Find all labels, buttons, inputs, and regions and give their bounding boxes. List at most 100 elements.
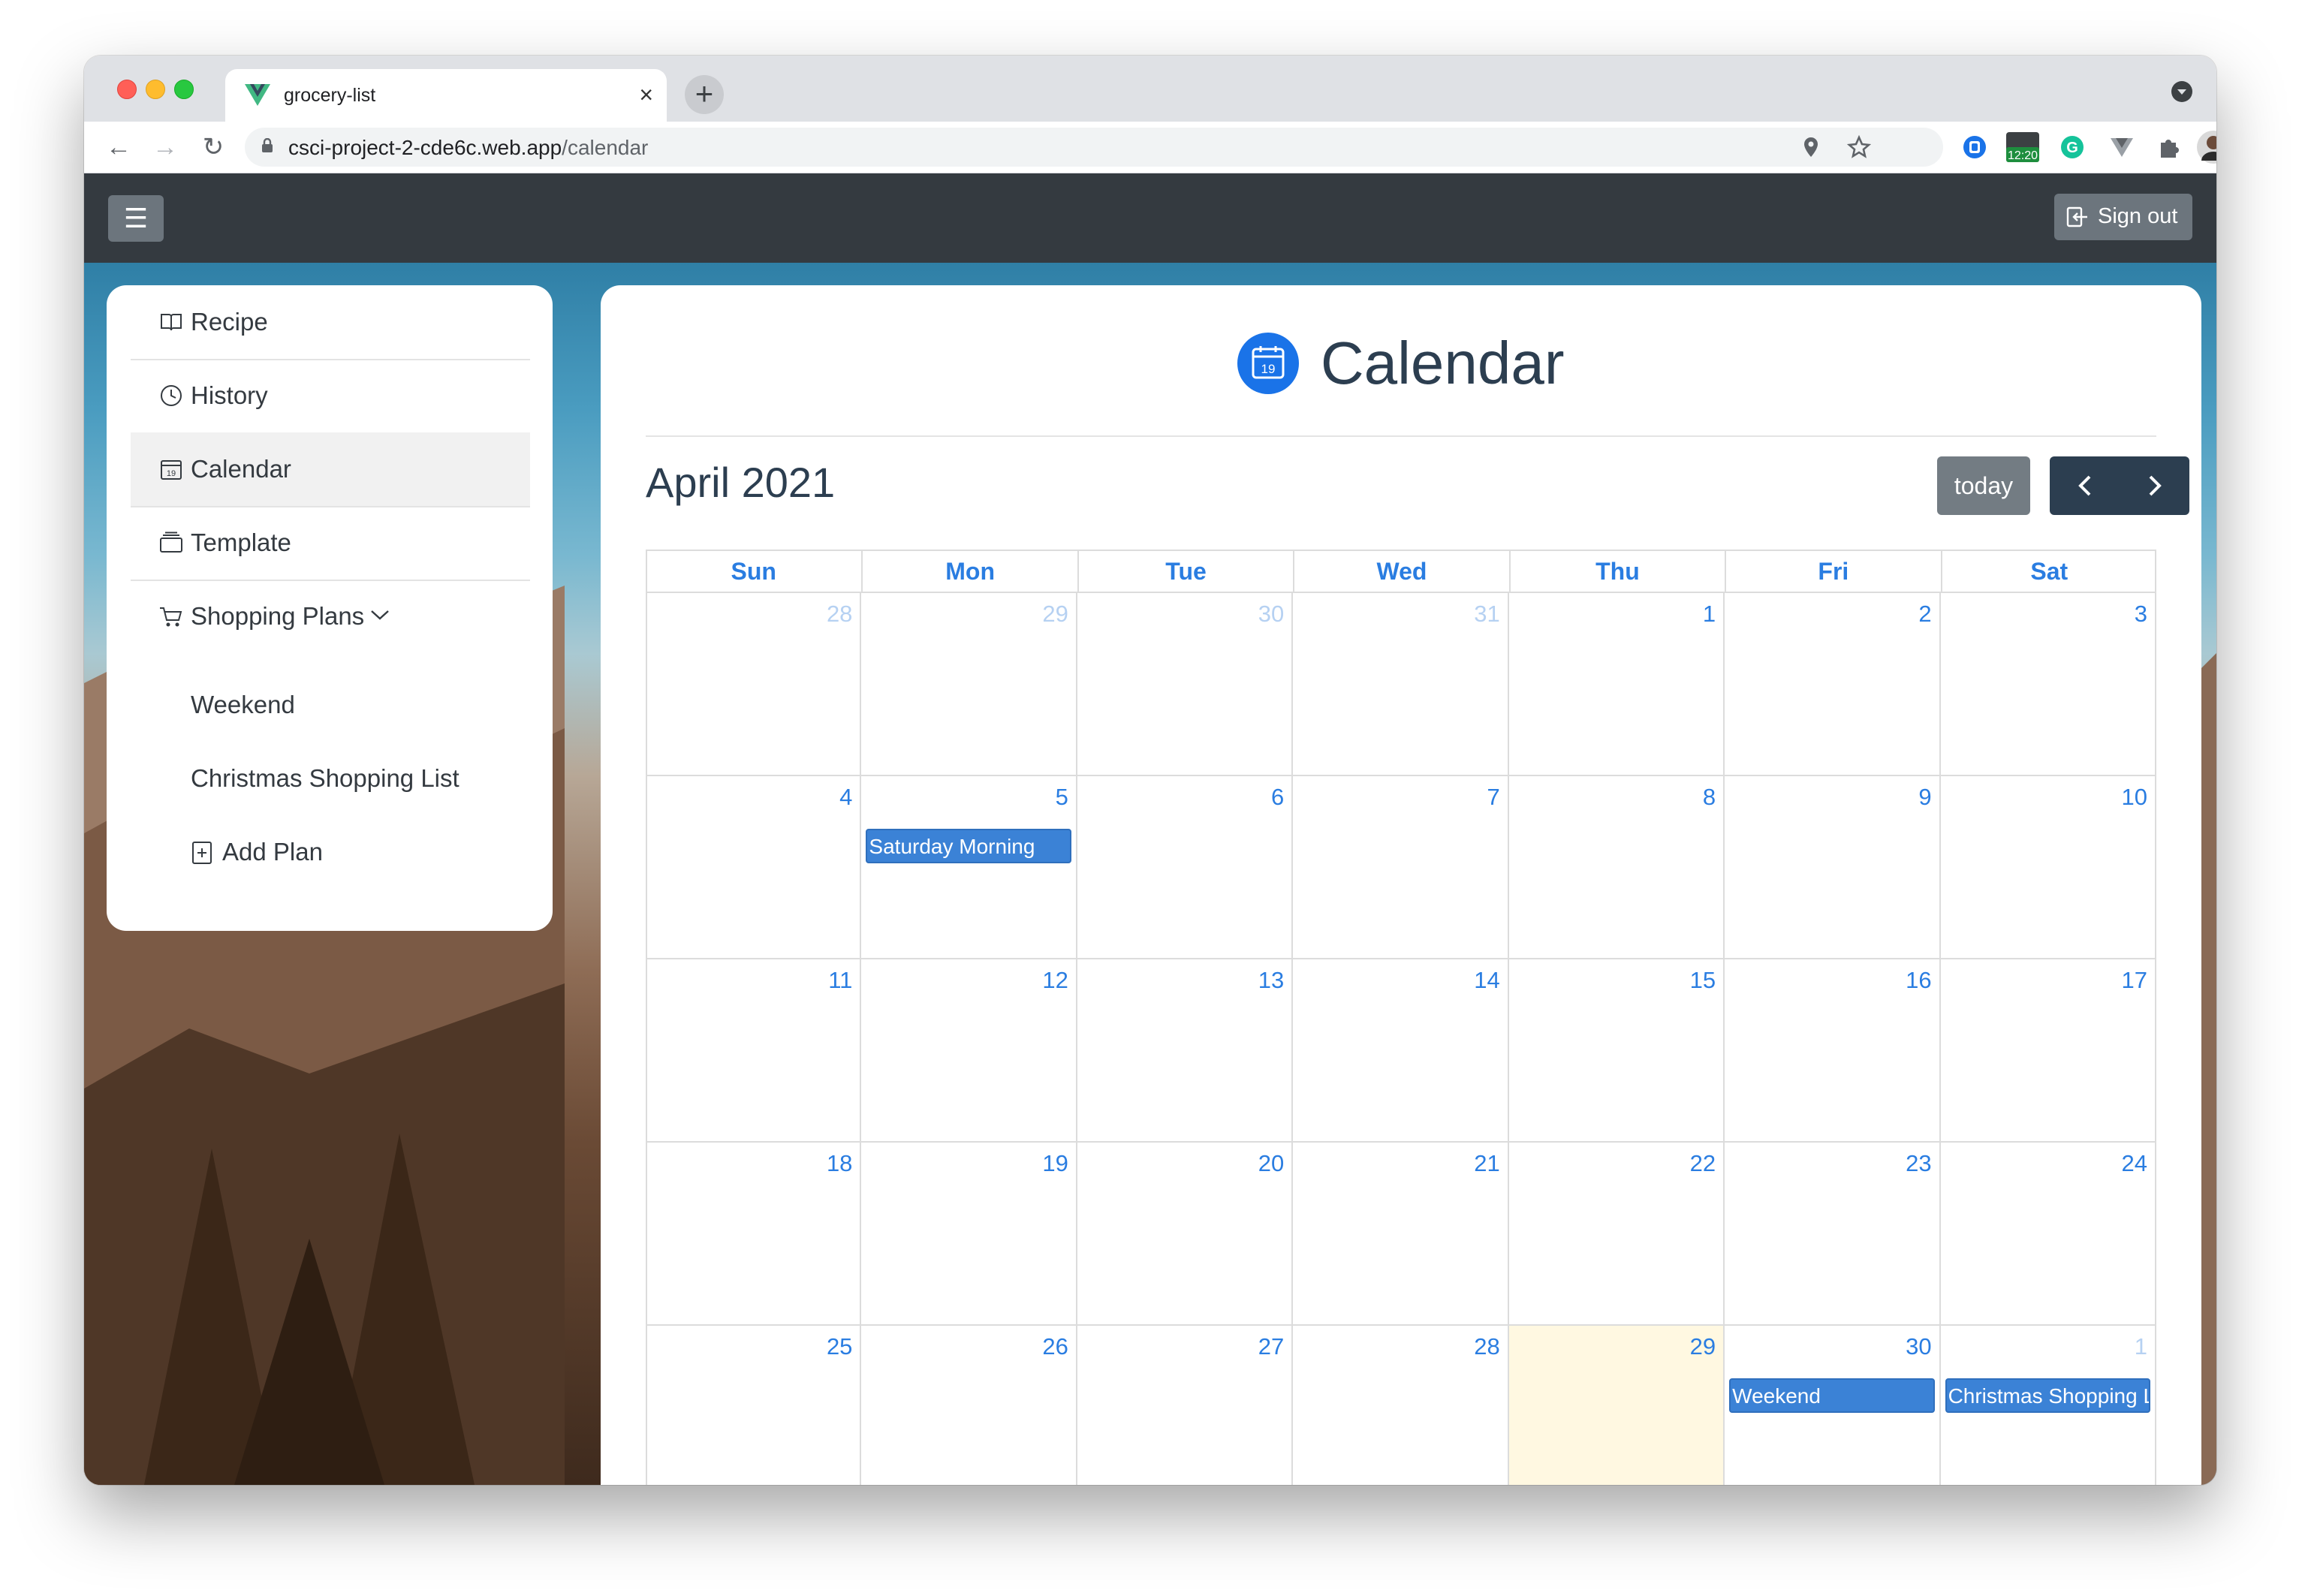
day-cell[interactable]: 21 xyxy=(1293,1143,1509,1326)
forward-icon[interactable]: → xyxy=(147,129,183,165)
location-icon[interactable] xyxy=(1797,134,1824,161)
sidebar-item-shopping-plans[interactable]: Shopping Plans xyxy=(131,580,530,653)
grammarly-icon[interactable]: G xyxy=(2059,134,2086,161)
today-button[interactable]: today xyxy=(1937,456,2030,515)
day-number[interactable]: 26 xyxy=(1042,1333,1068,1360)
day-number[interactable]: 13 xyxy=(1258,967,1284,994)
close-tab-icon[interactable]: × xyxy=(639,80,653,110)
plan-item-christmas[interactable]: Christmas Shopping List xyxy=(191,764,459,793)
day-cell[interactable]: 23 xyxy=(1725,1143,1941,1326)
back-icon[interactable]: ← xyxy=(101,129,137,165)
sign-out-button[interactable]: Sign out xyxy=(2054,194,2192,240)
day-number[interactable]: 3 xyxy=(2135,601,2147,628)
day-cell[interactable]: 27 xyxy=(1077,1326,1294,1485)
extension-shield-icon[interactable] xyxy=(1961,134,1988,161)
day-number[interactable]: 9 xyxy=(1918,784,1931,811)
day-cell[interactable]: 17 xyxy=(1940,959,2156,1143)
day-number[interactable]: 25 xyxy=(827,1333,852,1360)
prev-month-button[interactable] xyxy=(2050,456,2120,515)
day-cell[interactable]: 13 xyxy=(1077,959,1294,1143)
browser-tab[interactable]: grocery-list × xyxy=(225,69,667,122)
day-cell[interactable]: 20 xyxy=(1077,1143,1294,1326)
day-number[interactable]: 18 xyxy=(827,1150,852,1177)
day-cell[interactable]: 12 xyxy=(861,959,1077,1143)
day-number[interactable]: 23 xyxy=(1906,1150,1931,1177)
day-number[interactable]: 28 xyxy=(1474,1333,1499,1360)
day-cell[interactable]: 28 xyxy=(646,593,862,776)
day-number[interactable]: 12 xyxy=(1042,967,1068,994)
day-number[interactable]: 27 xyxy=(1258,1333,1284,1360)
profile-avatar[interactable] xyxy=(2195,129,2216,165)
day-cell[interactable]: 30 xyxy=(1077,593,1294,776)
event-christmas-shopping[interactable]: Christmas Shopping Li xyxy=(1945,1378,2150,1413)
day-number[interactable]: 4 xyxy=(839,784,852,811)
day-cell[interactable]: 1 xyxy=(1508,593,1725,776)
day-number[interactable]: 8 xyxy=(1703,784,1716,811)
minimize-window-button[interactable] xyxy=(146,80,165,99)
day-number[interactable]: 17 xyxy=(2122,967,2147,994)
day-cell[interactable]: 9 xyxy=(1725,776,1941,959)
reload-icon[interactable]: ↻ xyxy=(195,129,231,165)
day-number[interactable]: 30 xyxy=(1906,1333,1931,1360)
day-cell[interactable]: 3 xyxy=(1940,593,2156,776)
day-number[interactable]: 7 xyxy=(1487,784,1499,811)
day-number[interactable]: 29 xyxy=(1042,601,1068,628)
day-number[interactable]: 14 xyxy=(1474,967,1499,994)
plan-item-weekend[interactable]: Weekend xyxy=(191,691,295,719)
day-number[interactable]: 16 xyxy=(1906,967,1931,994)
day-number[interactable]: 2 xyxy=(1918,601,1931,628)
day-number[interactable]: 20 xyxy=(1258,1150,1284,1177)
day-cell[interactable]: 29 xyxy=(1508,1326,1725,1485)
day-cell[interactable]: 2 xyxy=(1725,593,1941,776)
day-cell[interactable]: 11 xyxy=(646,959,862,1143)
day-cell[interactable]: 31 xyxy=(1293,593,1509,776)
day-cell[interactable]: 29 xyxy=(861,593,1077,776)
day-cell[interactable]: 25 xyxy=(646,1326,862,1485)
day-number[interactable]: 28 xyxy=(827,601,852,628)
tab-search-icon[interactable] xyxy=(2171,81,2192,102)
day-number[interactable]: 24 xyxy=(2122,1150,2147,1177)
day-number[interactable]: 10 xyxy=(2122,784,2147,811)
day-number[interactable]: 5 xyxy=(1056,784,1068,811)
sidebar-item-template[interactable]: Template xyxy=(131,506,530,581)
day-cell[interactable]: 8 xyxy=(1508,776,1725,959)
sidebar-item-history[interactable]: History xyxy=(131,359,530,434)
day-cell[interactable]: 10 xyxy=(1940,776,2156,959)
day-number[interactable]: 1 xyxy=(1703,601,1716,628)
day-cell[interactable]: 28 xyxy=(1293,1326,1509,1485)
day-cell[interactable]: 15 xyxy=(1508,959,1725,1143)
new-tab-button[interactable]: + xyxy=(685,75,724,114)
day-cell[interactable]: 19 xyxy=(861,1143,1077,1326)
day-number[interactable]: 6 xyxy=(1271,784,1284,811)
day-number[interactable]: 21 xyxy=(1474,1150,1499,1177)
day-number[interactable]: 15 xyxy=(1690,967,1716,994)
extensions-puzzle-icon[interactable] xyxy=(2155,134,2182,161)
day-number[interactable]: 22 xyxy=(1690,1150,1716,1177)
day-number[interactable]: 19 xyxy=(1042,1150,1068,1177)
sidebar-item-recipe[interactable]: Recipe xyxy=(131,285,530,360)
maximize-window-button[interactable] xyxy=(174,80,194,99)
day-number[interactable]: 29 xyxy=(1690,1333,1716,1360)
day-cell[interactable]: 6 xyxy=(1077,776,1294,959)
event-weekend[interactable]: Weekend xyxy=(1729,1378,1935,1413)
day-cell[interactable]: 7 xyxy=(1293,776,1509,959)
day-cell[interactable]: 26 xyxy=(861,1326,1077,1485)
day-number[interactable]: 30 xyxy=(1258,601,1284,628)
event-saturday-morning[interactable]: Saturday Morning xyxy=(866,829,1071,863)
close-window-button[interactable] xyxy=(117,80,137,99)
day-number[interactable]: 31 xyxy=(1474,601,1499,628)
sidebar-item-calendar[interactable]: 19 Calendar xyxy=(131,432,530,507)
bookmark-star-icon[interactable] xyxy=(1846,134,1873,161)
next-month-button[interactable] xyxy=(2120,456,2189,515)
day-number[interactable]: 1 xyxy=(2135,1333,2147,1360)
day-cell[interactable]: 1 Christmas Shopping Li xyxy=(1941,1326,2156,1485)
day-number[interactable]: 11 xyxy=(828,967,852,994)
menu-toggle-button[interactable]: ☰ xyxy=(108,195,164,242)
address-bar[interactable]: csci-project-2-cde6c.web.app/calendar xyxy=(245,128,1943,167)
day-cell[interactable]: 16 xyxy=(1725,959,1941,1143)
vue-devtools-icon[interactable] xyxy=(2108,134,2135,161)
day-cell[interactable]: 30 Weekend xyxy=(1725,1326,1941,1485)
day-cell[interactable]: 5 Saturday Morning xyxy=(861,776,1077,959)
day-cell[interactable]: 22 xyxy=(1508,1143,1725,1326)
day-cell[interactable]: 4 xyxy=(646,776,862,959)
